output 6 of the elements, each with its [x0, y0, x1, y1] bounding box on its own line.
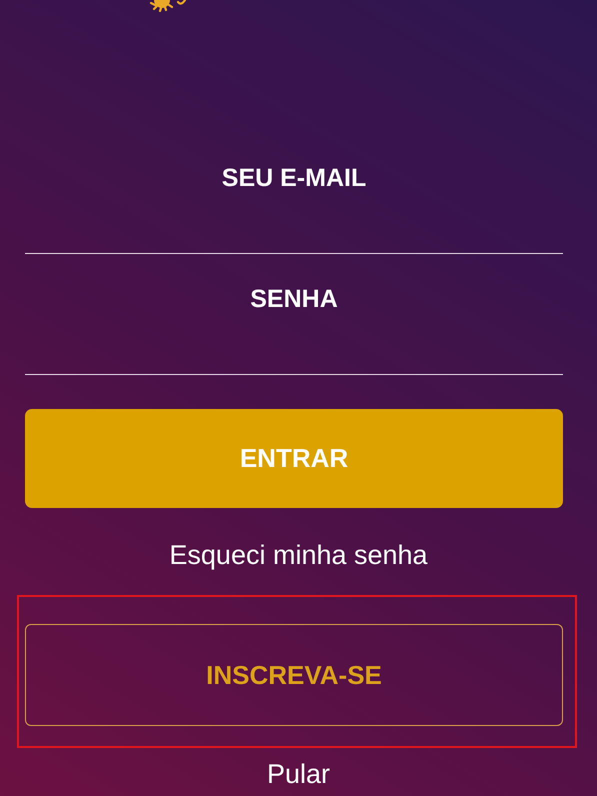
input-field[interactable]: SEU E-MAIL [25, 155, 563, 201]
signup-button[interactable]: INSCREVA-SE [25, 624, 563, 726]
sun-logo-icon [148, 0, 188, 12]
skip-link[interactable]: Pular [266, 758, 330, 790]
input-field[interactable]: SENHA [25, 276, 563, 322]
forgot-password-link[interactable]: Esqueci minha senha [169, 539, 428, 571]
